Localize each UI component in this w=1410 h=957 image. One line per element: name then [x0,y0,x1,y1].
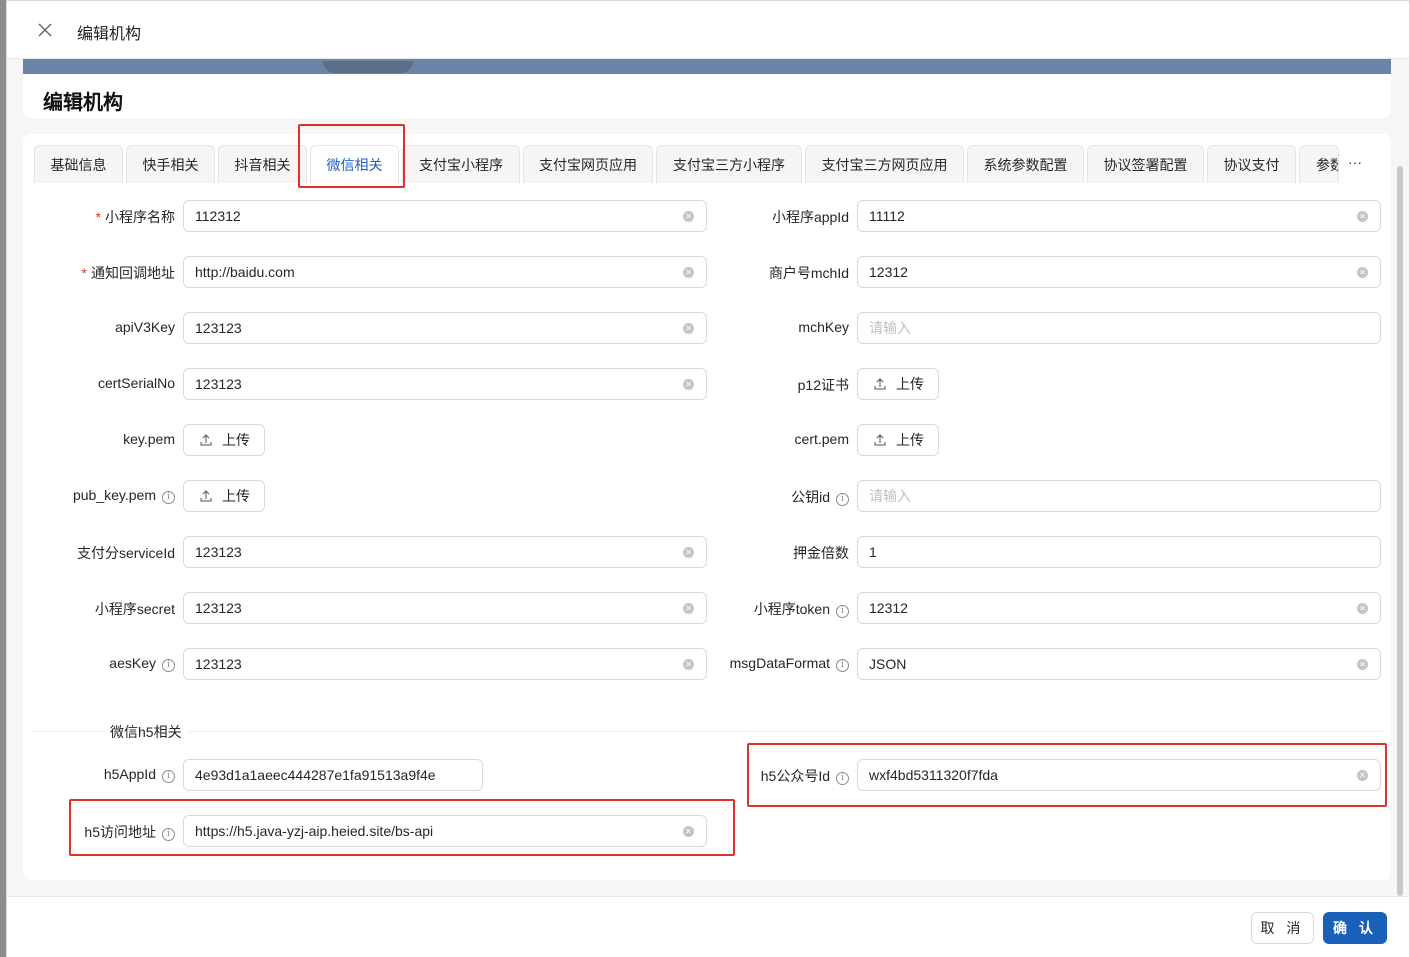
section-divider [33,731,1383,732]
tab-alipay-web[interactable]: 支付宝网页应用 [523,145,653,183]
clear-icon[interactable]: ✕ [1357,211,1368,222]
scrollbar[interactable] [1397,166,1403,896]
edit-org-modal: 编辑机构 编辑机构 基础信息 快手相关 抖音相关 微信相关 支付宝小程序 支付宝… [6,0,1410,957]
tab-params[interactable]: 参数 [1299,145,1339,183]
msg-format-label: msgDataFormat i [713,655,849,672]
notify-url-label: * 通知回调地址 [81,265,175,281]
apiv3key-label: apiV3Key [115,319,175,335]
section-title-h5: 微信h5相关 [104,722,188,742]
aes-key-label: aesKey i [23,655,175,672]
tab-alipay-third-web[interactable]: 支付宝三方网页应用 [805,145,964,183]
p12-upload-button[interactable]: 上传 [857,368,939,400]
aes-key-input[interactable]: 123123 ✕ [183,648,707,680]
mini-secret-label: 小程序secret [94,601,175,617]
p12-label: p12证书 [797,377,849,393]
clear-icon[interactable]: ✕ [683,267,694,278]
msg-format-input[interactable]: JSON ✕ [857,648,1381,680]
page-title: 编辑机构 [43,92,123,114]
mchkey-input[interactable]: 请输入 [857,312,1381,344]
close-icon[interactable] [35,20,55,40]
mchid-input[interactable]: 12312 ✕ [857,256,1381,288]
clear-icon[interactable]: ✕ [683,547,694,558]
clear-icon[interactable]: ✕ [683,659,694,670]
deposit-multiple-input[interactable]: 1 [857,536,1381,568]
title-card: 编辑机构 [23,74,1391,118]
mini-name-input[interactable]: 112312 ✕ [183,200,707,232]
tab-douyin[interactable]: 抖音相关 [218,145,307,183]
cert-pem-label: cert.pem [794,431,849,447]
clear-icon[interactable]: ✕ [1357,659,1368,670]
clear-icon[interactable]: ✕ [1357,267,1368,278]
mchid-label: 商户号mchId [768,265,849,281]
mini-appid-label: 小程序appId [771,209,849,225]
modal-title: 编辑机构 [77,26,142,43]
pub-key-pem-upload-button[interactable]: 上传 [183,480,265,512]
clear-icon[interactable]: ✕ [683,323,694,334]
h5-mp-id-highlight-box [747,743,1387,807]
modal-header: 编辑机构 [7,1,1409,59]
pub-key-id-input[interactable]: 请输入 [857,480,1381,512]
more-tabs-icon[interactable]: ··· [1348,154,1362,170]
notify-url-input[interactable]: http://baidu.com ✕ [183,256,707,288]
info-icon[interactable]: i [836,605,849,618]
cert-serial-input[interactable]: 123123 ✕ [183,368,707,400]
info-icon[interactable]: i [162,770,175,783]
info-icon[interactable]: i [836,659,849,672]
key-pem-upload-button[interactable]: 上传 [183,424,265,456]
tab-alipay-third-mini[interactable]: 支付宝三方小程序 [656,145,802,183]
mini-appid-input[interactable]: 11112 ✕ [857,200,1381,232]
upload-icon [874,378,886,390]
pub-key-id-label: 公钥id i [723,487,849,507]
deposit-multiple-label: 押金倍数 [793,545,849,561]
upload-icon [200,434,212,446]
mini-token-input[interactable]: 12312 ✕ [857,592,1381,624]
cert-serial-label: certSerialNo [97,375,175,391]
upload-icon [200,490,212,502]
key-pem-label: key.pem [123,431,175,447]
clear-icon[interactable]: ✕ [683,379,694,390]
mini-token-label: 小程序token i [723,599,849,619]
service-id-input[interactable]: 123123 ✕ [183,536,707,568]
clear-icon[interactable]: ✕ [1357,603,1368,614]
tab-alipay-mini[interactable]: 支付宝小程序 [402,145,520,183]
confirm-button[interactable]: 确 认 [1323,912,1387,944]
h5-appid-input[interactable]: 4e93d1a1aeec444287e1fa91513a9f4e [183,759,483,791]
form-card: 基础信息 快手相关 抖音相关 微信相关 支付宝小程序 支付宝网页应用 支付宝三方… [23,124,1391,880]
upload-icon [874,434,886,446]
mchkey-label: mchKey [798,319,849,335]
tab-system-params[interactable]: 系统参数配置 [967,145,1084,183]
info-icon[interactable]: i [162,491,175,504]
h5-appid-label: h5AppId i [23,766,175,783]
tab-bar: 基础信息 快手相关 抖音相关 微信相关 支付宝小程序 支付宝网页应用 支付宝三方… [34,145,1354,183]
tab-basic-info[interactable]: 基础信息 [34,145,123,183]
clear-icon[interactable]: ✕ [683,603,694,614]
tab-agreement-sign[interactable]: 协议签署配置 [1087,145,1204,183]
clear-icon[interactable]: ✕ [683,211,694,222]
h5-url-highlight-box [69,799,735,856]
tab-kuaishou[interactable]: 快手相关 [126,145,215,183]
mini-name-label: * 小程序名称 [95,209,175,225]
cert-pem-upload-button[interactable]: 上传 [857,424,939,456]
modal-footer: 取 消 确 认 [7,896,1409,957]
info-icon[interactable]: i [836,493,849,506]
mini-secret-input[interactable]: 123123 ✕ [183,592,707,624]
service-id-label: 支付分serviceId [76,545,175,561]
info-icon[interactable]: i [162,659,175,672]
pub-key-pem-label: pub_key.pem i [23,487,175,504]
banner-image [23,59,1391,74]
apiv3key-input[interactable]: 123123 ✕ [183,312,707,344]
cancel-button[interactable]: 取 消 [1251,912,1314,944]
tab-highlight-box [298,124,405,188]
tab-agreement-pay[interactable]: 协议支付 [1207,145,1296,183]
